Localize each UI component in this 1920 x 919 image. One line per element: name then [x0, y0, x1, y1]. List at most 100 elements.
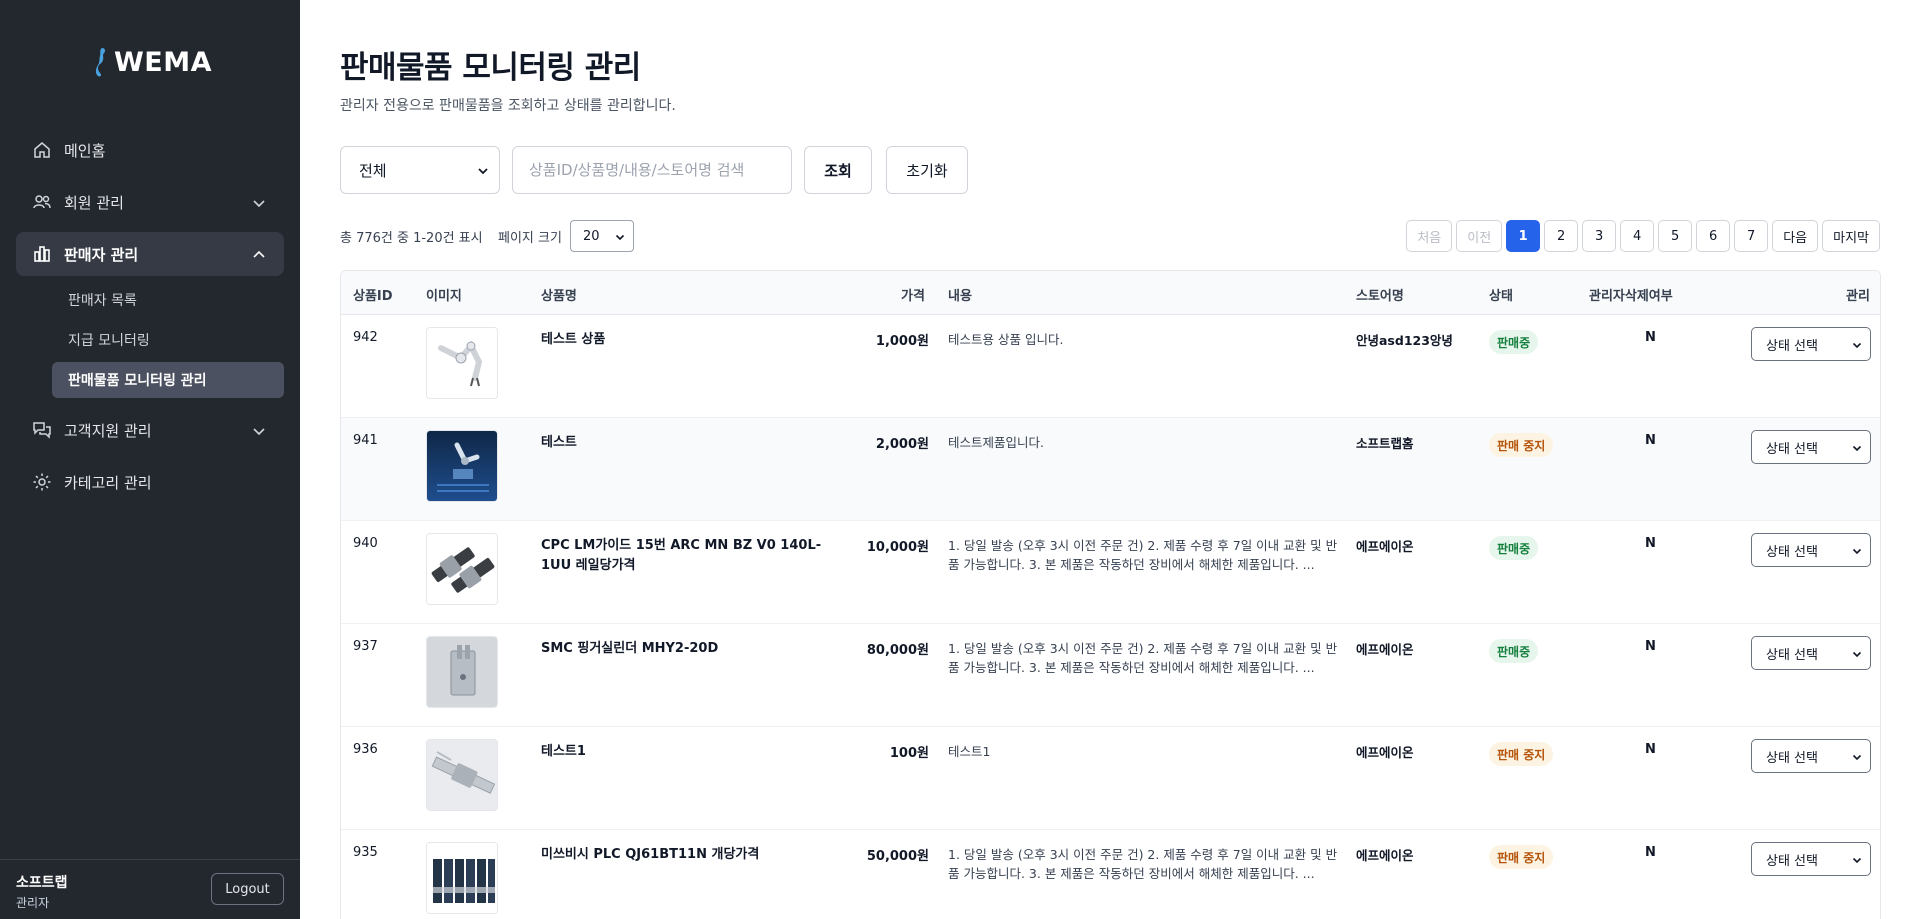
chevron-down-icon: [1852, 754, 1862, 761]
status-change-select[interactable]: 상태 선택: [1751, 739, 1871, 773]
header-image: 이미지: [426, 289, 462, 304]
sidebar-item-home[interactable]: 메인홈: [16, 128, 284, 172]
pagination-page-5[interactable]: 5: [1658, 220, 1693, 252]
status-change-label: 상태 선택: [1766, 441, 1818, 457]
page-size-select[interactable]: 20: [570, 220, 634, 252]
product-id: 940: [353, 536, 378, 551]
product-name[interactable]: SMC 핑거실린더 MHY2-20D: [541, 639, 831, 659]
header-status: 상태: [1489, 289, 1513, 304]
status-badge: 판매 중지: [1489, 845, 1554, 869]
product-id: 936: [353, 742, 378, 757]
product-price: 2,000원: [875, 437, 929, 452]
chevron-down-icon: [478, 168, 488, 175]
table-row: 936 테스트1 100원 테스트1 에프에이온 판매 중지 N 상태 선택: [341, 727, 1880, 830]
sidebar: WEMA 메인홈 회원 관리 판매자 관리 판매자 목록 지급 모니터링 판매물…: [0, 0, 300, 919]
product-name[interactable]: 미쓰비시 PLC QJ61BT11N 개당가격: [541, 845, 831, 865]
product-thumbnail: [426, 430, 498, 502]
brand-logo[interactable]: WEMA: [92, 44, 212, 80]
admin-deleted-flag: N: [1645, 433, 1656, 448]
product-table: 상품ID 이미지 상품명 가격 내용 스토어명 상태 관리자삭제여부 관리 94…: [340, 270, 1881, 919]
header-id: 상품ID: [353, 289, 393, 304]
search-input[interactable]: [512, 146, 792, 194]
chevron-up-icon: [253, 250, 265, 258]
status-badge: 판매 중지: [1489, 433, 1554, 457]
sidebar-item-support[interactable]: 고객지원 관리: [16, 408, 284, 452]
pagination-next-button[interactable]: 다음: [1772, 220, 1819, 252]
status-change-select[interactable]: 상태 선택: [1751, 842, 1871, 876]
store-name: 안녕asd123앙녕: [1356, 333, 1453, 348]
product-price: 80,000원: [866, 643, 929, 658]
linear-rail-image: [427, 740, 497, 810]
pagination-last-button[interactable]: 마지막: [1822, 220, 1880, 252]
sidebar-item-label: 판매자 관리: [64, 245, 139, 264]
brand-name: WEMA: [114, 46, 212, 78]
sidebar-footer: 소프트랩 관리자 Logout: [0, 859, 300, 919]
robot-arm-image: [427, 328, 497, 398]
sidebar-subitem-payment-monitoring[interactable]: 지급 모니터링: [52, 322, 284, 358]
status-filter-select[interactable]: 전체: [340, 146, 500, 194]
pagination-first-button[interactable]: 처음: [1406, 220, 1453, 252]
page-description: 관리자 전용으로 판매물품을 조회하고 상태를 관리합니다.: [340, 98, 676, 114]
seller-sub-nav: 판매자 목록 지급 모니터링 판매물품 모니터링 관리: [0, 282, 300, 398]
product-name[interactable]: CPC LM가이드 15번 ARC MN BZ V0 140L-1UU 레일당가…: [541, 536, 831, 576]
product-id: 935: [353, 845, 378, 860]
sidebar-item-category[interactable]: 카테고리 관리: [16, 460, 284, 504]
pagination-page-7[interactable]: 7: [1734, 220, 1769, 252]
reset-button[interactable]: 초기화: [886, 146, 968, 194]
query-button[interactable]: 조회: [804, 146, 872, 194]
store-name: 에프에이온: [1356, 848, 1414, 863]
status-badge: 판매중: [1489, 330, 1539, 354]
product-name[interactable]: 테스트 상품: [541, 330, 831, 350]
status-change-select[interactable]: 상태 선택: [1751, 430, 1871, 464]
pagination-page-3[interactable]: 3: [1582, 220, 1617, 252]
pagination-page-2[interactable]: 2: [1544, 220, 1579, 252]
status-change-label: 상태 선택: [1766, 647, 1818, 663]
main-content: 판매물품 모니터링 관리 관리자 전용으로 판매물품을 조회하고 상태를 관리합…: [300, 0, 1920, 919]
finger-cylinder-image: [427, 637, 497, 707]
product-content: 1. 당일 발송 (오후 3시 이전 주문 건) 2. 제품 수령 후 7일 이…: [948, 847, 1338, 881]
sidebar-item-label: 메인홈: [64, 141, 106, 160]
user-name: 소프트랩: [16, 875, 68, 891]
table-row: 942 테스트 상품 1,000원 테스트용 상품 입니다. 안녕asd123앙…: [341, 315, 1880, 418]
sidebar-nav: 메인홈 회원 관리 판매자 관리 판매자 목록 지급 모니터링 판매물품 모니터…: [0, 128, 300, 512]
status-change-label: 상태 선택: [1766, 338, 1818, 354]
product-content: 테스트1: [948, 744, 991, 759]
product-id: 942: [353, 330, 378, 345]
store-name: 에프에이온: [1356, 539, 1414, 554]
status-change-select[interactable]: 상태 선택: [1751, 533, 1871, 567]
status-change-select[interactable]: 상태 선택: [1751, 636, 1871, 670]
sidebar-subitem-seller-list[interactable]: 판매자 목록: [52, 282, 284, 318]
pagination-prev-button[interactable]: 이전: [1456, 220, 1503, 252]
status-change-label: 상태 선택: [1766, 544, 1818, 560]
product-thumbnail: [426, 636, 498, 708]
blue-robot-image: [427, 431, 497, 501]
table-header: 상품ID 이미지 상품명 가격 내용 스토어명 상태 관리자삭제여부 관리: [341, 271, 1880, 315]
pagination-page-6[interactable]: 6: [1696, 220, 1731, 252]
status-change-label: 상태 선택: [1766, 853, 1818, 869]
chevron-down-icon: [1852, 342, 1862, 349]
product-name[interactable]: 테스트: [541, 433, 831, 453]
header-price: 가격: [901, 289, 925, 304]
status-change-select[interactable]: 상태 선택: [1751, 327, 1871, 361]
chevron-down-icon: [253, 428, 265, 436]
chevron-down-icon: [1852, 857, 1862, 864]
table-row: 941 테스트 2,000원 테스트제품입니다. 소프트랩홈 판매 중지 N 상…: [341, 418, 1880, 521]
sidebar-item-members[interactable]: 회원 관리: [16, 180, 284, 224]
admin-deleted-flag: N: [1645, 639, 1656, 654]
product-name[interactable]: 테스트1: [541, 742, 831, 762]
logout-button[interactable]: Logout: [211, 873, 284, 905]
chevron-down-icon: [1852, 651, 1862, 658]
table-row: 935 미쓰비시 PLC QJ61BT11N 개당가격 50,000원 1. 당…: [341, 830, 1880, 919]
sidebar-item-label: 회원 관리: [64, 193, 124, 212]
status-badge: 판매중: [1489, 639, 1539, 663]
sidebar-subitem-product-monitoring[interactable]: 판매물품 모니터링 관리: [52, 362, 284, 398]
admin-deleted-flag: N: [1645, 330, 1656, 345]
chevron-down-icon: [1852, 445, 1862, 452]
gear-icon: [33, 473, 51, 491]
product-price: 50,000원: [866, 849, 929, 864]
pagination-page-1[interactable]: 1: [1506, 220, 1541, 252]
product-price: 1,000원: [875, 334, 929, 349]
pagination-page-4[interactable]: 4: [1620, 220, 1655, 252]
sidebar-item-sellers[interactable]: 판매자 관리: [16, 232, 284, 276]
header-manage: 관리: [1846, 289, 1870, 304]
